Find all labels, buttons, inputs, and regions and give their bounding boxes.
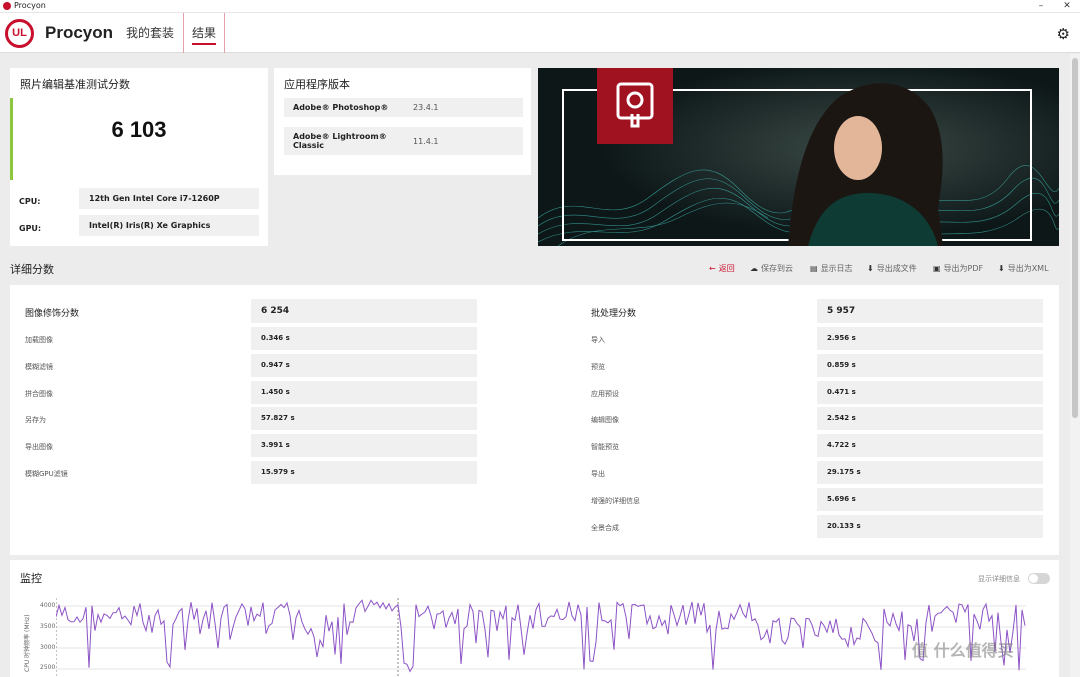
- app-name: Adobe® Photoshop®: [293, 103, 389, 112]
- cpu-value: 12th Gen Intel Core i7-1260P: [79, 188, 259, 209]
- right-row-label: 导出: [591, 470, 605, 478]
- detailed-scores-title: 详细分数: [10, 263, 54, 276]
- gear-icon[interactable]: ⚙: [1057, 25, 1070, 43]
- minimize-button[interactable]: –: [1030, 0, 1052, 12]
- app-name: Adobe® Lightroom® Classic: [293, 132, 387, 150]
- top-navigation: UL Procyon 我的套装 结果 ⚙: [0, 13, 1080, 53]
- app-version: 11.4.1: [413, 137, 439, 146]
- monitoring-card: 监控 显示详细信息 CPU 时钟频率 (MHz) 4000 3500 3000 …: [10, 560, 1059, 677]
- batch-processing-score-value: 5 957: [817, 299, 1043, 323]
- save-icon: ▣: [933, 264, 941, 273]
- show-log-button[interactable]: ▤ 显示日志: [810, 263, 853, 274]
- right-row-value: 4.722 s: [817, 434, 1043, 457]
- left-row-value: 1.450 s: [251, 381, 477, 404]
- version-row: Adobe® Lightroom® Classic 11.4.1: [284, 127, 523, 155]
- left-row-value: 0.947 s: [251, 354, 477, 377]
- left-row-value: 57.827 s: [251, 407, 477, 430]
- watermark: 值 什么值得买: [912, 641, 1014, 660]
- document-icon: ▤: [810, 264, 818, 273]
- ul-logo: UL: [5, 19, 34, 48]
- y-tick: 2500: [40, 664, 56, 671]
- window-title-bar: Procyon – ✕: [0, 0, 1080, 13]
- gpu-value: Intel(R) Iris(R) Xe Graphics: [79, 215, 259, 236]
- app-version: 23.4.1: [413, 103, 439, 112]
- left-row-value: 0.346 s: [251, 327, 477, 350]
- left-row-label: 另存为: [25, 416, 46, 424]
- save-to-cloud-button[interactable]: ☁ 保存到云: [750, 263, 793, 274]
- right-row-value: 20.133 s: [817, 515, 1043, 538]
- version-row: Adobe® Photoshop® 23.4.1: [284, 98, 523, 117]
- y-tick: 3500: [40, 623, 56, 630]
- score-card: 照片编辑基准测试分数 6 103 CPU: 12th Gen Intel Cor…: [10, 68, 268, 246]
- export-file-button[interactable]: ⬇ 导出成文件: [867, 263, 917, 274]
- cloud-icon: ☁: [750, 264, 758, 273]
- show-details-toggle[interactable]: [1028, 573, 1050, 584]
- left-row-label: 导出图像: [25, 443, 53, 451]
- close-button[interactable]: ✕: [1056, 0, 1078, 12]
- left-row-value: 3.991 s: [251, 434, 477, 457]
- download-icon: ⬇: [867, 264, 874, 273]
- monitoring-title: 监控: [20, 572, 42, 585]
- cpu-clock-graph: [56, 598, 1026, 677]
- vertical-scrollbar[interactable]: [1070, 54, 1080, 677]
- right-row-label: 全景合成: [591, 524, 619, 532]
- versions-title: 应用程序版本: [284, 78, 350, 91]
- batch-processing-score-label: 批处理分数: [591, 309, 637, 319]
- right-row-label: 应用预设: [591, 390, 619, 398]
- back-arrow-icon: ←: [709, 264, 716, 273]
- right-row-label: 预览: [591, 363, 605, 371]
- window-title: Procyon: [14, 1, 46, 10]
- image-retouching-score-value: 6 254: [251, 299, 477, 323]
- export-pdf-button[interactable]: ▣ 导出为PDF: [933, 263, 983, 274]
- left-row-label: 模糊GPU滤镜: [25, 470, 68, 478]
- left-row-label: 拼合图像: [25, 390, 53, 398]
- right-row-value: 5.696 s: [817, 488, 1043, 511]
- right-row-value: 0.471 s: [817, 381, 1043, 404]
- right-row-label: 编辑图像: [591, 416, 619, 424]
- right-row-label: 导入: [591, 336, 605, 344]
- left-row-label: 加载图像: [25, 336, 53, 344]
- back-button[interactable]: ← 返回: [709, 263, 735, 274]
- left-row-label: 模糊滤镜: [25, 363, 53, 371]
- y-tick: 4000: [40, 602, 56, 609]
- app-brand: Procyon: [45, 23, 114, 42]
- y-tick: 3000: [40, 644, 56, 651]
- app-icon: [3, 2, 11, 10]
- toggle-knob: [1029, 574, 1038, 583]
- scrollbar-thumb[interactable]: [1072, 58, 1078, 418]
- right-row-label: 智能预览: [591, 443, 619, 451]
- export-xml-button[interactable]: ⬇ 导出为XML: [998, 263, 1049, 274]
- cpu-label: CPU:: [19, 197, 41, 206]
- app-versions-card: 应用程序版本 Adobe® Photoshop® 23.4.1 Adobe® L…: [274, 68, 531, 175]
- right-row-value: 2.542 s: [817, 407, 1043, 430]
- score-title: 照片编辑基准测试分数: [20, 78, 130, 91]
- show-details-label: 显示详细信息: [978, 575, 1020, 583]
- tab-results[interactable]: 结果: [183, 13, 226, 53]
- y-axis-label: CPU 时钟频率 (MHz): [24, 614, 31, 672]
- right-row-value: 29.175 s: [817, 461, 1043, 484]
- overall-score: 6 103: [111, 117, 167, 142]
- download-icon: ⬇: [998, 264, 1005, 273]
- right-row-label: 增强的详细信息: [591, 497, 640, 505]
- benchmark-hero-image: [538, 68, 1059, 246]
- gpu-label: GPU:: [19, 224, 42, 233]
- detailed-scores-card: 图像修饰分数 6 254 加载图像 0.346 s 模糊滤镜 0.947 s 拼…: [10, 285, 1059, 555]
- right-row-value: 0.859 s: [817, 354, 1043, 377]
- image-retouching-score-label: 图像修饰分数: [25, 309, 80, 319]
- tab-my-suites[interactable]: 我的套装: [118, 13, 182, 53]
- left-row-value: 15.979 s: [251, 461, 477, 484]
- right-row-value: 2.956 s: [817, 327, 1043, 350]
